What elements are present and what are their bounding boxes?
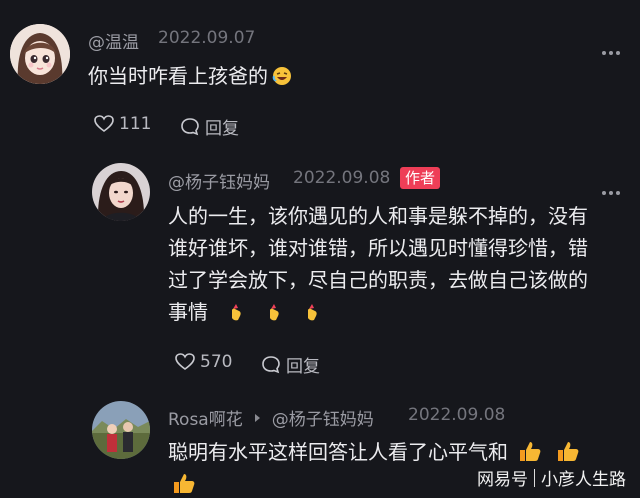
thumbs-up-emoji-icon xyxy=(518,439,542,461)
finger-heart-emoji-icon xyxy=(302,299,322,321)
comment-text-content: 你当时咋看上孩爸的 xyxy=(88,64,268,88)
comment-text-line: 事情 xyxy=(168,300,208,324)
reply-to-name[interactable]: @杨子钰妈妈 xyxy=(272,405,374,430)
like-count: 111 xyxy=(119,114,152,134)
comment-date: 2022.09.07 xyxy=(158,28,256,48)
comment-text: 人的一生，该你遇见的人和事是躲不掉的，没有 谁好谁坏，谁对谁错，所以遇见时懂得珍… xyxy=(168,200,618,328)
watermark-author: 小彦人生路 xyxy=(541,470,626,490)
watermark: 网易号 小彦人生路 xyxy=(477,465,626,490)
comment-username[interactable]: Rosa啊花 @杨子钰妈妈 xyxy=(168,405,374,430)
finger-heart-emoji-icon xyxy=(264,299,284,321)
finger-heart-emoji-icon xyxy=(226,299,246,321)
author-badge: 作者 xyxy=(400,167,441,189)
thumbs-up-emoji-icon xyxy=(556,439,580,461)
comment-text: 你当时咋看上孩爸的 xyxy=(88,60,292,92)
like-count: 570 xyxy=(200,352,233,372)
watermark-divider xyxy=(534,468,535,487)
comment-text-content: 聪明有水平这样回答让人看了心平气和 xyxy=(168,440,508,464)
watermark-brand: 网易号 xyxy=(477,470,528,490)
like-button[interactable]: 570 xyxy=(175,352,232,372)
more-options-icon[interactable] xyxy=(602,180,624,195)
avatar[interactable] xyxy=(10,24,70,84)
more-options-icon[interactable] xyxy=(602,40,624,55)
avatar[interactable] xyxy=(92,401,150,459)
comment-text-line: 谁好谁坏，谁对谁错，所以遇见时懂得珍惜，错 xyxy=(168,236,588,260)
comment-date: 2022.09.08 xyxy=(293,168,391,188)
reply-bubble-icon xyxy=(181,118,199,136)
laughing-emoji-icon xyxy=(272,63,292,85)
thumbs-up-emoji-icon xyxy=(172,472,196,494)
heart-icon xyxy=(175,353,195,370)
heart-icon xyxy=(94,115,114,132)
reply-button[interactable]: 回复 xyxy=(261,352,320,377)
comment-text: 聪明有水平这样回答让人看了心平气和 xyxy=(168,436,580,468)
reply-author-name[interactable]: Rosa啊花 xyxy=(168,405,243,430)
comment-date: 2022.09.08 xyxy=(408,405,506,425)
reply-button[interactable]: 回复 xyxy=(180,114,239,139)
comment-username[interactable]: @温温 xyxy=(88,28,139,53)
reply-label: 回复 xyxy=(286,357,320,377)
avatar[interactable] xyxy=(92,163,150,221)
reply-arrow-icon xyxy=(254,413,260,422)
comment-username[interactable]: @杨子钰妈妈 xyxy=(168,168,270,193)
reply-label: 回复 xyxy=(205,119,239,139)
comment-text-line: 人的一生，该你遇见的人和事是躲不掉的，没有 xyxy=(168,204,588,228)
comment-text-line: 过了学会放下，尽自己的职责，去做自己该做的 xyxy=(168,268,588,292)
reply-bubble-icon xyxy=(262,356,280,374)
like-button[interactable]: 111 xyxy=(94,114,151,134)
